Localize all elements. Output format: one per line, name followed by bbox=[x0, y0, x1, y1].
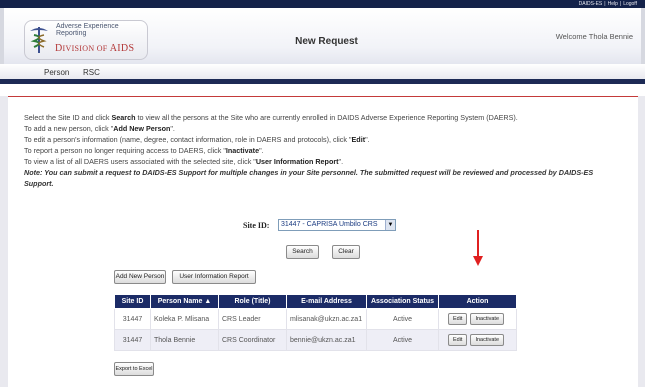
instruction-line: Select the Site ID and click Search to v… bbox=[24, 113, 518, 122]
edit-button[interactable]: Edit bbox=[447, 334, 468, 346]
site-id-cell: 31447 bbox=[114, 308, 151, 330]
instructions: Select the Site ID and click Search to v… bbox=[24, 112, 624, 189]
role-cell: CRS Coordinator bbox=[218, 329, 287, 351]
top-links: DAIDS-ES | Help | Logoff bbox=[577, 1, 639, 7]
red-arrow-icon bbox=[473, 230, 483, 266]
column-header-email[interactable]: E-mail Address bbox=[286, 294, 367, 309]
status-cell: Active bbox=[366, 308, 439, 330]
role-cell: CRS Leader bbox=[218, 308, 287, 330]
site-id-label: Site ID: bbox=[243, 221, 270, 230]
email-cell: bennie@ukzn.ac.za1 bbox=[286, 329, 367, 351]
action-cell: Edit Inactivate bbox=[438, 308, 517, 330]
column-header-association-status[interactable]: Association Status bbox=[366, 294, 439, 309]
instruction-note: Note: You can submit a request to DAIDS-… bbox=[24, 168, 594, 188]
status-cell: Active bbox=[366, 329, 439, 351]
top-strip bbox=[0, 0, 645, 8]
instruction-line: To edit a person's information (name, de… bbox=[24, 135, 370, 144]
site-id-selected-value: 31447 - CAPRISA Umbilo CRS bbox=[281, 221, 378, 228]
column-header-role[interactable]: Role (Title) bbox=[218, 294, 287, 309]
inactivate-button[interactable]: Inactivate bbox=[470, 334, 505, 346]
column-header-action: Action bbox=[438, 294, 517, 309]
person-name-cell: Koleka P. Mlisana bbox=[150, 308, 219, 330]
email-cell: mlisanak@ukzn.ac.za1 bbox=[286, 308, 367, 330]
nav-bar: Person RSC bbox=[0, 64, 645, 84]
daids-es-link[interactable]: DAIDS-ES bbox=[577, 1, 605, 7]
instruction-line: To add a new person, click "Add New Pers… bbox=[24, 124, 175, 133]
personnel-table: Site ID Person Name ▲ Role (Title) E-mai… bbox=[114, 294, 517, 351]
column-header-site-id[interactable]: Site ID bbox=[114, 294, 151, 309]
instruction-line: To view a list of all DAERS users associ… bbox=[24, 157, 344, 166]
site-id-cell: 31447 bbox=[114, 329, 151, 351]
table-row: 31447 Thola Bennie CRS Coordinator benni… bbox=[114, 329, 517, 351]
logo-text-line1: Adverse Experience bbox=[56, 23, 119, 30]
panel-left-border bbox=[0, 96, 8, 387]
panel-right-border bbox=[638, 96, 645, 387]
column-header-person-name[interactable]: Person Name ▲ bbox=[150, 294, 219, 309]
user-information-report-button[interactable]: User Information Report bbox=[172, 270, 256, 284]
logoff-link[interactable]: Logoff bbox=[621, 1, 639, 7]
tab-person[interactable]: Person bbox=[44, 68, 69, 77]
tab-rsc[interactable]: RSC bbox=[83, 68, 100, 77]
inactivate-button[interactable]: Inactivate bbox=[470, 313, 505, 325]
add-new-person-button[interactable]: Add New Person bbox=[114, 270, 166, 284]
table-row: 31447 Koleka P. Mlisana CRS Leader mlisa… bbox=[114, 308, 517, 330]
clear-button[interactable]: Clear bbox=[332, 245, 360, 259]
instruction-line: To report a person no longer requiring a… bbox=[24, 146, 264, 155]
person-name-cell: Thola Bennie bbox=[150, 329, 219, 351]
page-header: Adverse Experience Reporting DIVISION OF… bbox=[0, 8, 645, 64]
help-link[interactable]: Help bbox=[606, 1, 620, 7]
export-to-excel-button[interactable]: Export to Excel bbox=[114, 362, 154, 376]
chevron-down-icon[interactable]: ▼ bbox=[385, 220, 395, 230]
page-title: New Request bbox=[295, 36, 358, 47]
site-id-select[interactable]: 31447 - CAPRISA Umbilo CRS ▼ bbox=[278, 219, 396, 231]
action-cell: Edit Inactivate bbox=[438, 329, 517, 351]
table-header-row: Site ID Person Name ▲ Role (Title) E-mai… bbox=[114, 294, 517, 309]
edit-button[interactable]: Edit bbox=[447, 313, 468, 325]
search-button[interactable]: Search bbox=[286, 245, 319, 259]
welcome-text: Welcome Thola Bennie bbox=[555, 32, 633, 41]
